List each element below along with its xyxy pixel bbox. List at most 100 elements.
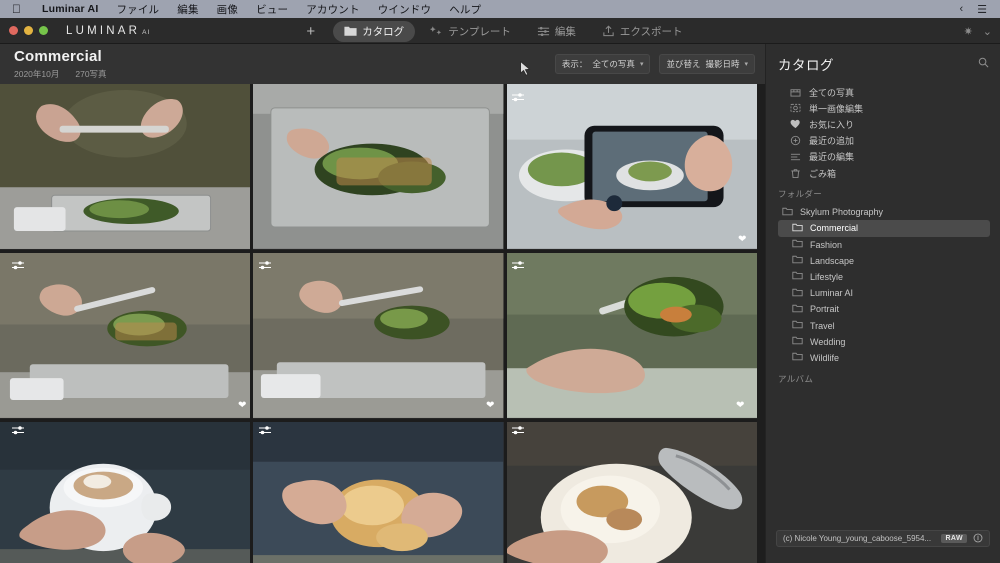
photo-thumbnail[interactable]: [0, 422, 251, 563]
filter-value: 全ての写真: [592, 59, 635, 69]
chevron-down-icon: ▾: [639, 61, 644, 68]
favorite-heart-icon[interactable]: ❤: [738, 234, 746, 245]
folder-icon: [792, 336, 803, 347]
list-menu-icon[interactable]: ☰: [970, 3, 994, 16]
edit-indicator-icon: [11, 423, 25, 441]
favorite-heart-icon[interactable]: ❤: [486, 400, 494, 411]
folder-item-wildlife[interactable]: Wildlife: [778, 350, 990, 366]
photo-2-image: [253, 84, 504, 249]
catalog-header: Commercial 2020年10月 270写真 表示： 全ての写真 ▾ 並び…: [0, 44, 765, 84]
app-brand-logo: LUMINAR AI: [66, 25, 150, 37]
tab-export[interactable]: エクスポート: [591, 21, 694, 42]
favorite-heart-icon[interactable]: ❤: [736, 400, 744, 411]
brand-name: LUMINAR: [66, 24, 141, 37]
sidebar-item-label: 単一画像編集: [809, 103, 864, 114]
folder-item-travel[interactable]: Travel: [778, 317, 990, 333]
folder-item-landscape[interactable]: Landscape: [778, 253, 990, 269]
control-center-chevron-icon[interactable]: ‹: [952, 3, 970, 15]
folder-icon: [792, 304, 803, 315]
chevron-down-icon[interactable]: ⌄: [983, 25, 992, 38]
favorite-heart-icon[interactable]: ❤: [238, 400, 246, 411]
photo-thumbnail[interactable]: [506, 422, 757, 563]
tab-export-label: エクスポート: [619, 25, 683, 38]
menu-item-view[interactable]: ビュー: [247, 2, 297, 17]
chevron-down-icon: ▾: [744, 61, 748, 68]
trash-icon: [790, 168, 801, 179]
sidebar-item-single-image-edit[interactable]: 単一画像編集: [766, 100, 1000, 116]
folder-icon: [792, 255, 803, 266]
filter-dropdown[interactable]: 表示： 全ての写真 ▾: [554, 54, 651, 74]
clock-plus-icon: [790, 135, 801, 146]
edit-indicator-icon: [258, 423, 272, 441]
status-filename: (c) Nicole Young_young_caboose_5954...: [783, 534, 932, 543]
sidebar-group-albums: アルバム: [778, 374, 814, 384]
sidebar-header: カタログ: [766, 44, 1000, 82]
tab-catalog[interactable]: カタログ: [333, 20, 416, 42]
add-photos-button[interactable]: +: [306, 24, 329, 39]
photo-grid[interactable]: [0, 84, 757, 563]
photo-thumbnail[interactable]: [0, 84, 251, 250]
sort-prefix-label: 並び替え: [666, 59, 701, 69]
folder-icon: [344, 25, 357, 37]
macos-menu-bar:  Luminar AI ファイル 編集 画像 ビュー アカウント ウインドウ …: [0, 0, 1000, 18]
sidebar-folder-list: Skylum Photography Commercial Fashion La…: [766, 204, 1000, 366]
menu-item-app[interactable]: Luminar AI: [33, 3, 107, 15]
tab-edit[interactable]: 編集: [526, 21, 587, 42]
photo-thumbnail[interactable]: [253, 84, 504, 250]
star-icon[interactable]: ✷: [964, 25, 973, 38]
folder-item-luminar-ai[interactable]: Luminar AI: [778, 285, 990, 301]
folder-item-wedding[interactable]: Wedding: [778, 334, 990, 350]
sidebar-item-trash[interactable]: ごみ箱: [766, 165, 1000, 181]
folder-icon: [792, 288, 803, 299]
edit-indicator-icon: [258, 258, 272, 276]
header-subtitle: 2020年10月 270写真: [14, 68, 107, 80]
close-window-button[interactable]: [9, 26, 18, 35]
zoom-window-button[interactable]: [39, 26, 48, 35]
sidebar-item-all-photos[interactable]: 全ての写真: [766, 84, 1000, 100]
photo-3-image: [506, 84, 757, 249]
folder-item-commercial[interactable]: Commercial: [778, 220, 990, 237]
page-title: Commercial: [14, 47, 102, 65]
sidebar-item-label: ごみ箱: [809, 168, 837, 179]
photo-thumbnail[interactable]: [253, 422, 504, 563]
single-image-icon: [790, 103, 801, 114]
folder-item-label: Travel: [810, 320, 835, 331]
folder-icon: [782, 207, 793, 218]
minimize-window-button[interactable]: [24, 26, 33, 35]
sidebar-item-recently-edited[interactable]: 最近の編集: [766, 149, 1000, 165]
folder-item-lifestyle[interactable]: Lifestyle: [778, 269, 990, 285]
info-icon[interactable]: [973, 533, 983, 545]
sidebar-item-label: 全ての写真: [809, 87, 855, 98]
apple-icon[interactable]: : [12, 3, 21, 15]
photo-thumbnail[interactable]: [506, 253, 757, 419]
catalog-sidebar: カタログ 全ての写真 単一画像編集 お気に入り 最近の追加 最近の編集 ごみ箱 …: [765, 44, 1000, 563]
sidebar-item-label: お気に入り: [809, 119, 855, 130]
sidebar-item-recently-added[interactable]: 最近の追加: [766, 133, 1000, 149]
menu-item-edit[interactable]: 編集: [168, 2, 207, 17]
tab-edit-label: 編集: [554, 25, 576, 38]
photo-thumbnail[interactable]: [253, 253, 504, 419]
menu-item-window[interactable]: ウインドウ: [369, 2, 441, 17]
photo-thumbnail[interactable]: [0, 253, 251, 419]
folder-item-label: Luminar AI: [810, 288, 854, 299]
folder-icon: [792, 320, 803, 331]
photo-thumbnail[interactable]: [506, 84, 757, 250]
folder-item-portrait[interactable]: Portrait: [778, 301, 990, 317]
folder-item-skylum-photography[interactable]: Skylum Photography: [778, 204, 990, 220]
folder-icon: [792, 223, 803, 234]
menu-item-file[interactable]: ファイル: [107, 2, 168, 17]
menu-item-help[interactable]: ヘルプ: [440, 2, 490, 17]
header-controls: 表示： 全ての写真 ▾ 並び替え 撮影日時 ▾: [554, 54, 765, 74]
search-icon[interactable]: [978, 57, 989, 71]
share-icon: [602, 25, 615, 37]
folder-item-fashion[interactable]: Fashion: [778, 237, 990, 253]
sidebar-item-favorites[interactable]: お気に入り: [766, 116, 1000, 132]
status-badge: RAW: [941, 534, 967, 543]
menu-item-account[interactable]: アカウント: [297, 2, 369, 17]
tab-templates[interactable]: テンプレート: [419, 21, 522, 42]
sort-dropdown[interactable]: 並び替え 撮影日時 ▾: [659, 54, 755, 74]
luminar-ai-window:  Luminar AI ファイル 編集 画像 ビュー アカウント ウインドウ …: [0, 0, 1000, 563]
header-photo-count: 270写真: [75, 68, 107, 79]
menu-item-image[interactable]: 画像: [208, 2, 247, 17]
photo-6-image: [506, 253, 757, 418]
